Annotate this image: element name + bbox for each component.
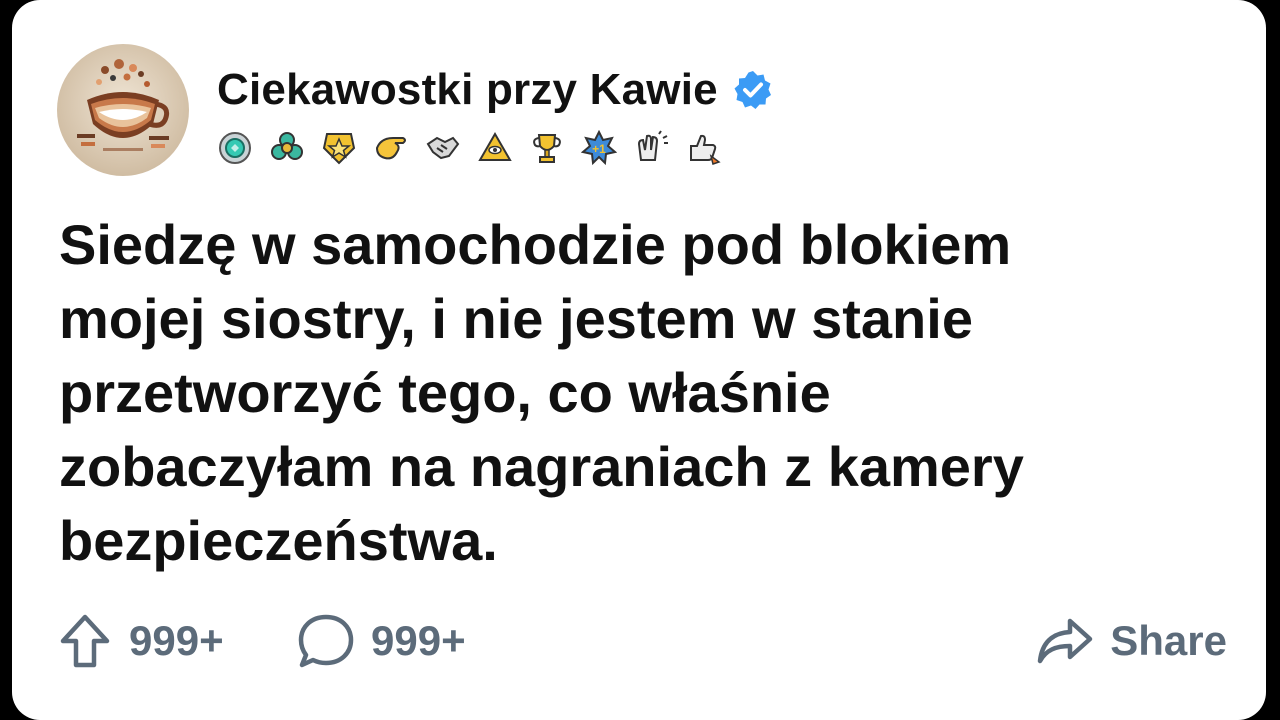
- share-label: Share: [1110, 617, 1227, 664]
- author-row: Ciekawostki przy Kawie: [217, 62, 774, 118]
- plus-one-badge-icon: +1: [581, 130, 617, 166]
- thumbs-up-rocket-icon: [690, 134, 721, 165]
- clover-gem-icon: [271, 132, 303, 160]
- post-body-text: Siedzę w samochodzie pod blokiem mojej s…: [59, 213, 1024, 572]
- hand-point-icon: [375, 137, 406, 160]
- trophy-icon: [533, 134, 561, 163]
- upvote-arrow-icon: [60, 614, 110, 668]
- share-button[interactable]: Share: [1036, 606, 1227, 676]
- star-medal-icon: [322, 133, 356, 165]
- award-badges: +1: [217, 128, 721, 168]
- svg-text:+1: +1: [592, 142, 606, 156]
- comment-count: 999+: [371, 617, 466, 664]
- avatar[interactable]: [57, 44, 189, 176]
- upvote-count: 999+: [129, 617, 224, 664]
- comment-bubble-icon: [298, 614, 354, 668]
- comments-button[interactable]: 999+: [297, 606, 466, 676]
- post-actions-bar: 999+ 999+ Share: [57, 606, 1227, 676]
- author-name[interactable]: Ciekawostki przy Kawie: [217, 65, 718, 115]
- share-arrow-icon: [1038, 618, 1093, 664]
- coffee-cup-art-icon: [57, 44, 189, 176]
- gem-medal-icon: [219, 132, 251, 164]
- post-card: Ciekawostki przy Kawie +1 Siedzę w samoc…: [12, 0, 1266, 720]
- upvote-button[interactable]: 999+: [57, 606, 224, 676]
- pyramid-eye-icon: [478, 131, 512, 161]
- verified-badge-icon: [734, 71, 771, 109]
- clapping-hands-icon: [637, 130, 668, 161]
- handshake-icon: [426, 136, 460, 160]
